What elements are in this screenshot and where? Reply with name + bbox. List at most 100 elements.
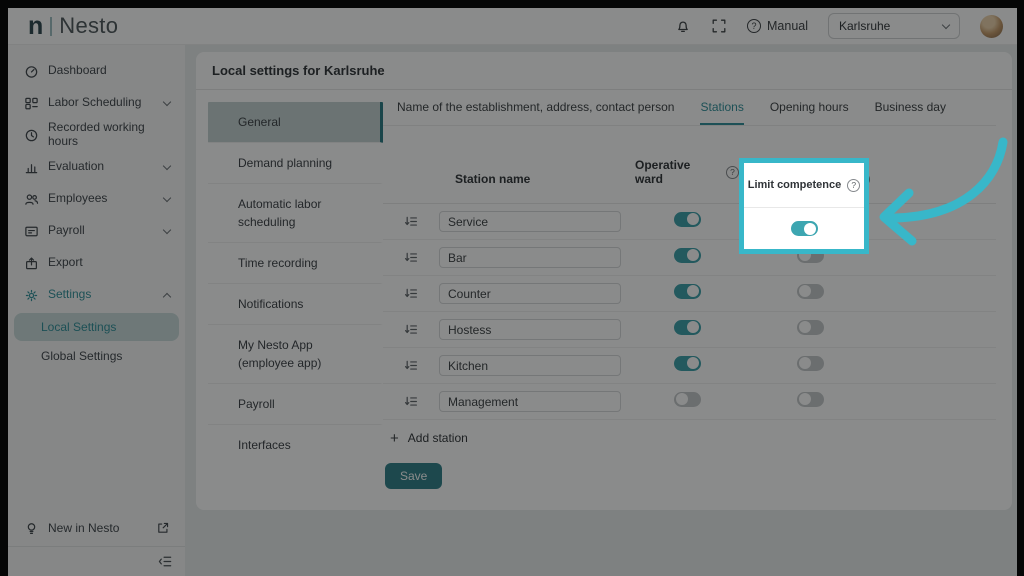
section-item-interfaces[interactable]: Interfaces	[208, 425, 383, 465]
tab-business-day[interactable]: Business day	[875, 90, 946, 125]
station-row-kitchen	[383, 348, 996, 384]
drag-handle-icon[interactable]	[404, 286, 419, 301]
sidebar-item-dashboard[interactable]: Dashboard	[8, 55, 185, 87]
new-in-nesto-link[interactable]: New in Nesto	[8, 510, 185, 546]
limit-competence-toggle[interactable]	[797, 284, 824, 299]
sidebar-item-export[interactable]: Export	[8, 247, 185, 279]
sidebar-item-label: Export	[48, 256, 170, 270]
logo-separator	[50, 17, 52, 36]
location-value: Karlsruhe	[839, 19, 890, 33]
section-item-notifications[interactable]: Notifications	[208, 284, 383, 325]
station-name-input[interactable]	[439, 283, 621, 304]
column-operative-ward: Operative ward ?	[635, 158, 739, 186]
chevron-down-icon	[163, 225, 171, 233]
chevron-down-icon	[163, 193, 171, 201]
operative-ward-toggle[interactable]	[674, 248, 701, 263]
clock-icon	[24, 128, 39, 143]
chevron-down-icon	[163, 161, 171, 169]
user-avatar[interactable]	[980, 15, 1003, 38]
tab-name-of-the-establishment-address-contac[interactable]: Name of the establishment, address, cont…	[397, 90, 674, 125]
station-name-input[interactable]	[439, 355, 621, 376]
station-name-input[interactable]	[439, 391, 621, 412]
sidebar-subitem-local-settings[interactable]: Local Settings	[14, 313, 179, 341]
sidebar-item-label: Dashboard	[48, 64, 170, 78]
collapse-sidebar-icon[interactable]	[158, 554, 173, 569]
limit-competence-toggle-highlighted[interactable]	[791, 221, 818, 236]
app-window: n Nesto ? Manual Karlsruhe Dashboar	[8, 8, 1017, 576]
sidebar-item-label: Evaluation	[48, 160, 155, 174]
sidebar-nav: Dashboard Labor Scheduling Recorded workin…	[8, 45, 185, 371]
stations-content: Name of the establishment, address, cont…	[383, 90, 1012, 509]
limit-competence-help-icon[interactable]: ?	[847, 179, 860, 192]
sidebar-item-label: Employees	[48, 192, 155, 206]
station-name-input[interactable]	[439, 211, 621, 232]
gear-icon	[24, 288, 39, 303]
operative-ward-toggle[interactable]	[674, 284, 701, 299]
logo-n-glyph: n	[28, 14, 43, 39]
station-row-counter	[383, 276, 996, 312]
operative-ward-toggle[interactable]	[674, 356, 701, 371]
limit-competence-toggle[interactable]	[797, 356, 824, 371]
settings-sections-nav: GeneralDemand planningAutomatic labor sc…	[196, 90, 383, 509]
help-circle-icon: ?	[747, 19, 761, 33]
station-row-bar	[383, 240, 996, 276]
location-select[interactable]: Karlsruhe	[828, 13, 960, 39]
nesto-logo: n Nesto	[28, 13, 118, 39]
plus-icon: +	[390, 431, 399, 446]
card-header: Local settings for Karlsruhe	[196, 52, 1012, 90]
drag-handle-icon[interactable]	[404, 358, 419, 373]
station-name-input[interactable]	[439, 247, 621, 268]
add-station-label: Add station	[408, 431, 468, 445]
section-item-demand-planning[interactable]: Demand planning	[208, 143, 383, 184]
section-item-automatic-labor-scheduling[interactable]: Automatic labor scheduling	[208, 184, 383, 243]
column-station-name: Station name	[455, 172, 635, 186]
stations-table-body	[383, 204, 996, 420]
sidebar-item-settings[interactable]: Settings	[8, 279, 185, 311]
tab-opening-hours[interactable]: Opening hours	[770, 90, 849, 125]
chart-icon	[24, 160, 39, 175]
tab-stations[interactable]: Stations	[700, 90, 743, 125]
section-item-time-recording[interactable]: Time recording	[208, 243, 383, 284]
drag-handle-icon[interactable]	[404, 250, 419, 265]
drag-handle-icon[interactable]	[404, 394, 419, 409]
add-station-button[interactable]: + Add station	[383, 420, 996, 456]
sidebar-item-label: Labor Scheduling	[48, 96, 155, 110]
main-area: Local settings for Karlsruhe GeneralDema…	[185, 45, 1017, 576]
limit-competence-toggle[interactable]	[797, 320, 824, 335]
station-name-input[interactable]	[439, 319, 621, 340]
sidebar-item-recorded-working-hours[interactable]: Recorded working hours	[8, 119, 185, 151]
operative-ward-toggle[interactable]	[674, 212, 701, 227]
limit-competence-toggle[interactable]	[797, 392, 824, 407]
operative-ward-toggle[interactable]	[674, 392, 701, 407]
sidebar-subitem-global-settings[interactable]: Global Settings	[8, 341, 185, 371]
sidebar-item-labor-scheduling[interactable]: Labor Scheduling	[8, 87, 185, 119]
station-row-service	[383, 204, 996, 240]
logo-wordmark: Nesto	[59, 13, 118, 39]
lightbulb-icon	[24, 521, 39, 536]
drag-handle-icon[interactable]	[404, 322, 419, 337]
notifications-bell-icon[interactable]	[675, 18, 691, 34]
section-item-general[interactable]: General	[208, 102, 383, 143]
manual-link[interactable]: ? Manual	[747, 19, 808, 33]
operative-ward-toggle[interactable]	[674, 320, 701, 335]
section-item-payroll[interactable]: Payroll	[208, 384, 383, 425]
section-item-my-nesto-app-employee-app[interactable]: My Nesto App (employee app)	[208, 325, 383, 384]
sidebar-item-payroll[interactable]: Payroll	[8, 215, 185, 247]
drag-handle-icon[interactable]	[404, 214, 419, 229]
settings-card: Local settings for Karlsruhe GeneralDema…	[196, 52, 1012, 510]
sidebar-item-evaluation[interactable]: Evaluation	[8, 151, 185, 183]
top-bar-actions: ? Manual Karlsruhe	[675, 13, 1003, 39]
save-button[interactable]: Save	[385, 463, 442, 489]
sidebar-item-label: Settings	[48, 288, 155, 302]
sidebar: Dashboard Labor Scheduling Recorded workin…	[8, 45, 185, 576]
stations-table-header: Station name Operative ward ? Limit comp…	[383, 126, 996, 204]
chevron-up-icon	[163, 292, 171, 300]
station-row-hostess	[383, 312, 996, 348]
highlight-callout: Limit competence ?	[739, 158, 869, 254]
sidebar-item-employees[interactable]: Employees	[8, 183, 185, 215]
tab-bar: Name of the establishment, address, cont…	[383, 90, 996, 126]
fullscreen-icon[interactable]	[711, 18, 727, 34]
operative-ward-help-icon[interactable]: ?	[726, 166, 739, 179]
sidebar-item-label: Recorded working hours	[48, 121, 170, 149]
sidebar-item-label: Payroll	[48, 224, 155, 238]
